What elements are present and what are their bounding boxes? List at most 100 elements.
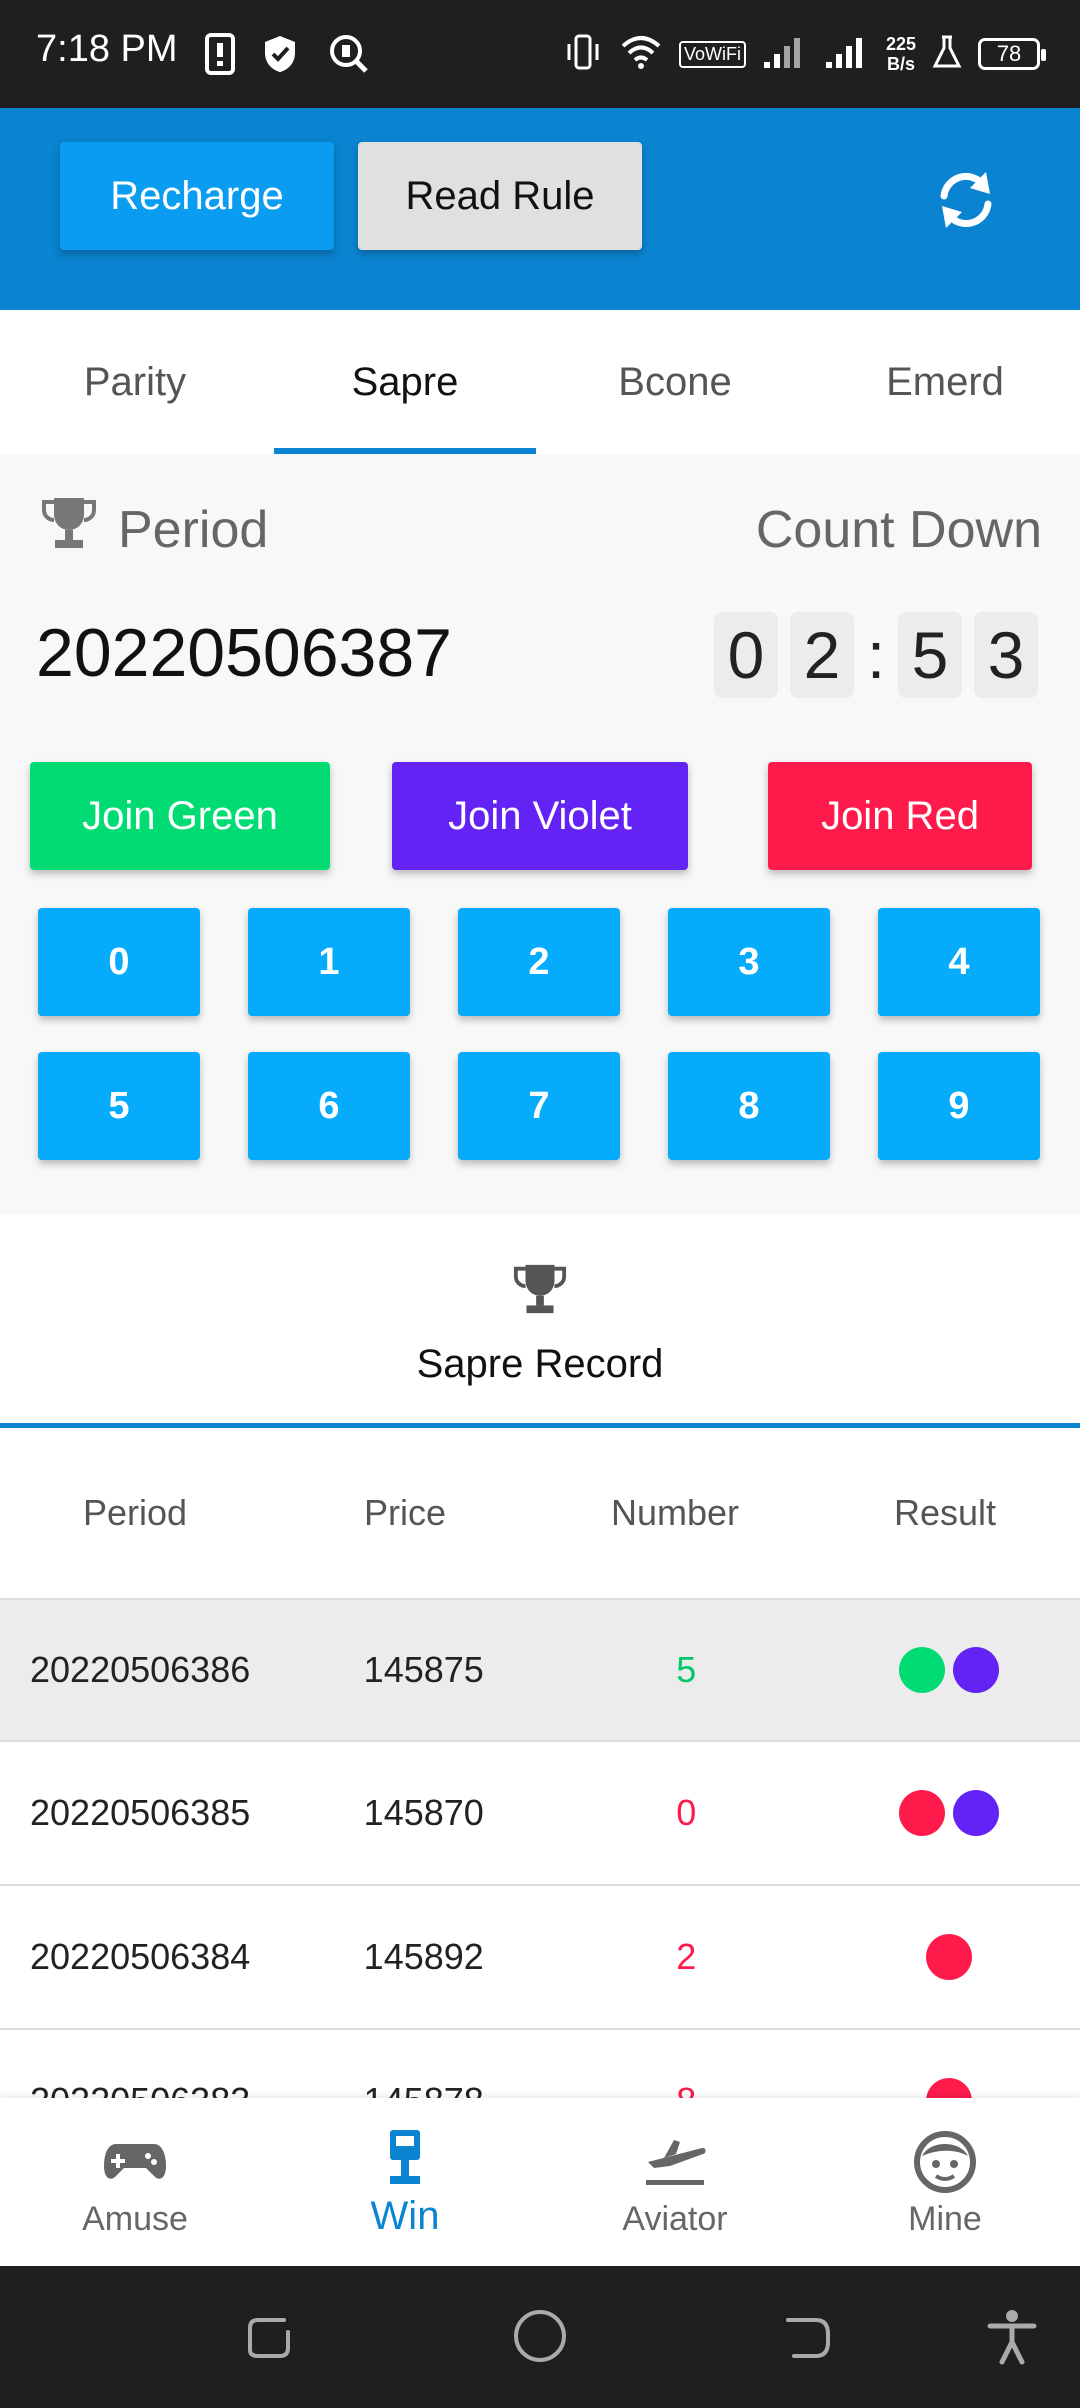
number-button-1[interactable]: 1 — [248, 908, 410, 1016]
period-value: 20220506387 — [36, 615, 453, 691]
column-period: Period — [82, 1492, 188, 1533]
face-icon — [910, 2126, 980, 2196]
row-result — [818, 1934, 1080, 1980]
number-button-3[interactable]: 3 — [668, 908, 830, 1016]
tab-bcone[interactable]: Bcone — [540, 310, 810, 454]
nav-mine[interactable]: Mine — [810, 2098, 1080, 2266]
gamepad-icon — [100, 2126, 170, 2196]
nav-aviator[interactable]: Aviator — [540, 2098, 810, 2266]
number-button-0[interactable]: 0 — [38, 908, 200, 1016]
airplane-icon — [640, 2126, 710, 2196]
flask-icon — [932, 34, 962, 75]
nav-win[interactable]: Win — [270, 2098, 540, 2266]
column-result: Result — [893, 1492, 997, 1533]
trophy-icon — [512, 1260, 568, 1318]
refresh-icon[interactable] — [930, 164, 1002, 236]
result-red-dot — [898, 1790, 945, 1836]
countdown-label: Count Down — [755, 501, 1042, 559]
recents-icon[interactable] — [240, 2306, 300, 2366]
countdown-timer: 0 2 : 5 3 — [714, 612, 1038, 698]
row-number: 8 — [555, 2080, 818, 2098]
nav-label: Mine — [908, 2200, 982, 2238]
row-result — [818, 2078, 1080, 2098]
row-price: 145892 — [363, 1936, 484, 1977]
row-period: 20220506384 — [30, 1936, 251, 1977]
read-rule-button[interactable]: Read Rule — [358, 142, 642, 250]
number-button-8[interactable]: 8 — [668, 1052, 830, 1160]
row-period: 20220506385 — [30, 1792, 251, 1833]
table-row: 20220506386 145875 5 — [0, 1598, 1080, 1742]
status-time: 7:18 PM — [36, 28, 178, 70]
join-red-button[interactable]: Join Red — [768, 762, 1032, 870]
column-price: Price — [363, 1492, 447, 1533]
game-panel: Period Count Down 20220506387 0 2 : 5 3 … — [0, 454, 1080, 1214]
row-price: 145878 — [293, 2080, 556, 2098]
number-button-7[interactable]: 7 — [458, 1052, 620, 1160]
row-number: 5 — [676, 1649, 697, 1690]
nav-label: Aviator — [622, 2200, 728, 2238]
row-number: 0 — [676, 1792, 697, 1833]
result-violet-dot — [952, 1647, 999, 1693]
join-green-button[interactable]: Join Green — [30, 762, 330, 870]
nav-label: Amuse — [82, 2200, 188, 2238]
home-icon[interactable] — [510, 2306, 570, 2366]
result-green-dot — [898, 1647, 945, 1693]
table-row: 20220506383 145878 8 — [0, 2030, 1080, 2098]
result-violet-dot — [952, 1790, 999, 1836]
row-price: 145870 — [363, 1792, 484, 1833]
number-button-2[interactable]: 2 — [458, 908, 620, 1016]
result-red-dot — [925, 1934, 972, 1980]
number-button-4[interactable]: 4 — [878, 908, 1040, 1016]
row-number: 2 — [676, 1936, 697, 1977]
period-header: Period — [40, 494, 268, 565]
record-title: Sapre Record — [416, 1342, 664, 1386]
wifi-icon — [619, 32, 663, 77]
join-violet-button[interactable]: Join Violet — [392, 762, 688, 870]
vowifi-badge: VoWiFi — [678, 40, 746, 68]
table-row: 20220506385 145870 0 — [0, 1742, 1080, 1886]
period-label: Period — [118, 500, 269, 559]
trophy-icon — [40, 494, 98, 565]
signal-2-icon — [824, 34, 870, 75]
shield-icon — [262, 30, 298, 78]
nav-label: Win — [370, 2194, 440, 2238]
column-number: Number — [610, 1492, 740, 1533]
number-button-5[interactable]: 5 — [38, 1052, 200, 1160]
search-shield-icon — [328, 30, 370, 78]
tab-emerd[interactable]: Emerd — [810, 310, 1080, 454]
nav-amuse[interactable]: Amuse — [0, 2098, 270, 2266]
row-result — [818, 1790, 1080, 1836]
row-period: 20220506383 — [0, 2080, 293, 2098]
vibrate-icon — [563, 32, 603, 77]
countdown-digit: 5 — [898, 612, 962, 698]
tab-parity[interactable]: Parity — [0, 310, 270, 454]
signal-icon — [762, 34, 808, 75]
number-button-6[interactable]: 6 — [248, 1052, 410, 1160]
result-red-dot — [925, 2078, 972, 2098]
back-icon[interactable] — [778, 2306, 838, 2366]
record-header: Sapre Record — [0, 1214, 1080, 1428]
game-tabs: Parity Sapre Bcone Emerd — [0, 310, 1080, 454]
table-row: 20220506384 145892 2 — [0, 1886, 1080, 2030]
row-price: 145875 — [363, 1649, 484, 1690]
bottom-navigation: Amuse Win Aviator Mine — [0, 2098, 1080, 2266]
row-result — [818, 1647, 1080, 1693]
app-header: Recharge Read Rule — [0, 108, 1080, 310]
status-right-group: VoWiFi 225 B/s 78 — [563, 30, 1046, 78]
network-speed: 225 B/s — [885, 34, 916, 74]
accessibility-icon[interactable] — [982, 2306, 1042, 2366]
sim-icon — [204, 30, 236, 78]
battery-icon: 78 — [978, 38, 1046, 70]
tab-sapre[interactable]: Sapre — [270, 310, 540, 454]
record-table-header: Period Price Number Result — [0, 1428, 1080, 1598]
trophy-cup-icon — [370, 2126, 440, 2196]
countdown-colon: : — [866, 618, 886, 692]
countdown-digit: 3 — [974, 612, 1038, 698]
countdown-digit: 2 — [790, 612, 854, 698]
status-bar: 7:18 PM VoWiFi 225 B/s 78 — [0, 0, 1080, 108]
system-navigation-bar — [0, 2266, 1080, 2408]
countdown-digit: 0 — [714, 612, 778, 698]
recharge-button[interactable]: Recharge — [60, 142, 334, 250]
number-button-9[interactable]: 9 — [878, 1052, 1040, 1160]
record-table-body: 20220506386 145875 5 20220506385 145870 … — [0, 1598, 1080, 2098]
